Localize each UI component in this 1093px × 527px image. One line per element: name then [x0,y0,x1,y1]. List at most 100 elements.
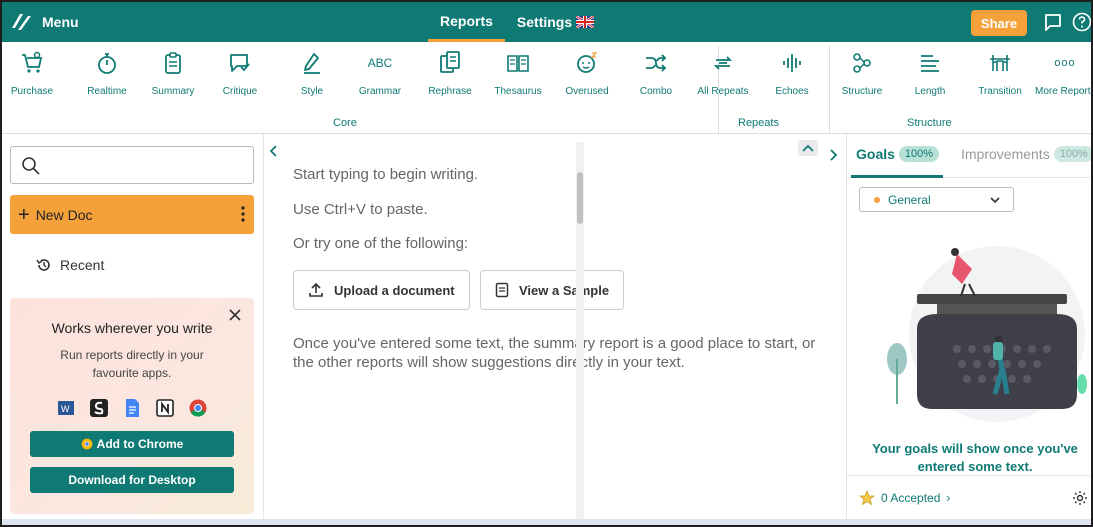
top-nav: Reports Settings [428,2,606,42]
stopwatch-icon [98,53,116,74]
tool-label: Realtime [87,86,127,97]
gear-icon[interactable] [1072,490,1088,506]
tool-overused[interactable]: Overused [557,50,617,97]
tool-label: More Reports [1035,86,1093,97]
nav-reports[interactable]: Reports [428,2,505,42]
tab-improvements[interactable]: Improvements 100% [961,146,1091,162]
group-divider [829,46,830,134]
tool-label: Grammar [358,86,402,97]
tool-echoes[interactable]: Echoes [762,50,822,97]
tool-structure[interactable]: Structure [832,50,892,97]
view-sample-button[interactable]: View a Sample [480,270,625,310]
lines-icon [921,55,939,72]
promo-subtitle: Run reports directly in your favourite a… [60,348,204,380]
goals-badge: 100% [898,146,940,162]
bottom-strip [2,519,1091,525]
accepted-bar: 0 Accepted › [847,475,1091,519]
tool-all-repeats[interactable]: All Repeats [693,50,753,97]
upload-icon [309,282,323,297]
tool-label: Echoes [775,86,809,97]
chevron-left-icon[interactable] [268,144,278,158]
nav-reports-label: Reports [440,12,493,29]
chrome-icon [81,438,93,450]
group-label-repeats: Repeats [738,117,779,129]
tool-summary[interactable]: Summary [143,50,203,97]
more-icon: ooo [1054,57,1076,69]
kebab-menu-icon[interactable] [240,205,246,223]
download-desktop-button[interactable]: Download for Desktop [30,467,234,493]
svg-text:W: W [61,404,70,414]
repeat-icon [713,56,733,70]
collapse-toolbar-button[interactable] [798,140,818,156]
menu-button[interactable]: Menu [10,9,79,35]
chevron-right-icon[interactable] [829,148,839,162]
tool-grammar[interactable]: ABC Grammar [350,50,410,97]
reports-toolbar: Purchase Realtime Summary Critique Style… [2,42,1093,134]
tool-label: Summary [151,86,195,97]
tool-more-reports[interactable]: ooo More Reports [1035,50,1093,97]
tool-thesaurus[interactable]: Thesaurus [488,50,548,97]
share-button[interactable]: Share [971,10,1027,36]
scrollbar-thumb[interactable] [577,172,583,224]
goals-label: Goals [856,146,895,162]
editor-area[interactable]: Start typing to begin writing. Use Ctrl+… [264,134,838,519]
goal-type-select[interactable]: General [859,187,1014,212]
accepted-link[interactable]: 0 Accepted › [859,490,950,506]
waveform-icon [783,54,801,72]
tool-label: Critique [222,86,258,97]
uk-flag-icon [576,16,595,28]
tool-critique[interactable]: Critique [210,50,270,97]
app-window: Menu Reports Settings Share Purchase Rea… [0,0,1093,527]
tool-label: All Repeats [697,86,749,97]
top-bar: Menu Reports Settings Share [2,2,1092,42]
promo-title: Works wherever you write [51,320,213,336]
plus-icon: + [18,203,30,226]
cart-icon [22,51,43,73]
right-tabs: Goals 100% Improvements 100% [847,134,1091,178]
tool-length[interactable]: Length [900,50,960,97]
shuffle-icon [646,54,667,72]
document-icon [495,282,509,298]
pen-icon [304,53,320,74]
promo-card: Works wherever you write Run reports dir… [10,298,254,514]
search-input[interactable] [47,153,247,177]
improvements-label: Improvements [961,146,1050,162]
tool-transition[interactable]: Transition [970,50,1030,97]
scrivener-icon [90,399,108,417]
recent-link[interactable]: Recent [36,257,104,273]
recent-label: Recent [60,257,105,273]
right-panel: Goals 100% Improvements 100% General You… [830,134,1091,519]
improvements-badge: 100% [1053,146,1091,162]
tool-label: Combo [639,86,673,97]
clipboard-icon [165,52,181,74]
sleepy-face-icon [577,52,598,73]
help-icon[interactable] [1072,12,1092,32]
editor-scrollbar[interactable] [576,142,584,519]
tool-combo[interactable]: Combo [626,50,686,97]
download-desktop-label: Download for Desktop [68,473,196,487]
tool-label: Style [300,86,324,97]
structure-icon [853,53,871,73]
tool-rephrase[interactable]: Rephrase [420,50,480,97]
group-label-core: Core [333,117,357,129]
star-icon [859,490,875,506]
new-doc-label: New Doc [35,206,93,223]
add-to-chrome-label: Add to Chrome [96,437,184,451]
word-icon: W [58,401,74,415]
bridge-icon [990,55,1010,71]
new-doc-button[interactable]: + New Doc [10,195,254,234]
upload-label: Upload a document [334,282,455,298]
view-sample-label: View a Sample [519,282,610,298]
nav-settings[interactable]: Settings [505,2,606,42]
tool-realtime[interactable]: Realtime [77,50,137,97]
search-box[interactable] [10,146,254,184]
upload-document-button[interactable]: Upload a document [293,270,470,310]
add-to-chrome-button[interactable]: Add to Chrome [30,431,234,457]
search-icon [22,157,40,175]
group-label-structure: Structure [907,117,952,129]
tool-style[interactable]: Style [282,50,342,97]
chat-icon[interactable] [1043,12,1063,32]
tool-purchase[interactable]: Purchase [2,50,62,97]
tab-goals[interactable]: Goals 100% [856,146,940,162]
tool-label: Thesaurus [494,86,542,97]
